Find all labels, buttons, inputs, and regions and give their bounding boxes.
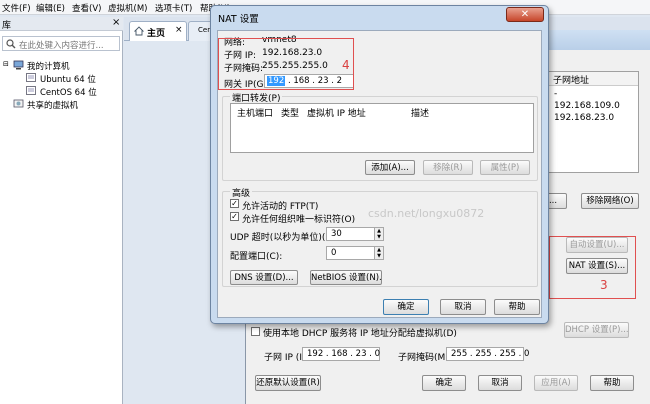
subnet-table: 子网地址 - 192.168.109.0 192.168.23.0 (547, 71, 639, 173)
subnet-row[interactable]: 192.168.23.0 (554, 113, 614, 123)
column-type: 类型 (281, 109, 300, 119)
vm-icon (26, 86, 36, 95)
vne-apply-button[interactable]: 应用(A) (534, 375, 578, 391)
annotation-label-4: 4 (342, 58, 350, 72)
computer-icon (13, 60, 24, 70)
watermark-text: csdn.net/longxu0872 (368, 207, 485, 220)
tree-collapse-icon[interactable]: ⊟ (3, 60, 9, 68)
udp-timeout-input[interactable]: 30 (326, 227, 376, 241)
dialog-title: NAT 设置 (218, 14, 259, 25)
remove-port-button[interactable]: 移除(R) (423, 160, 473, 175)
library-title: 库 (2, 21, 12, 31)
subnet-row[interactable]: 192.168.109.0 (554, 101, 620, 111)
annotation-label-3: 3 (600, 278, 608, 292)
tree-item-shared[interactable]: 共享的虚拟机 (27, 99, 78, 111)
annotation-box-3 (549, 236, 636, 299)
library-header: 库 × (0, 17, 123, 31)
menu-file[interactable]: 文件(F) (2, 2, 31, 14)
search-placeholder: 在此处键入内容进行... (19, 41, 104, 51)
vne-cancel-button[interactable]: 取消 (478, 375, 522, 391)
vne-help-button[interactable]: 帮助 (590, 375, 634, 391)
allow-ftp-label: 允许活动的 FTP(T) (242, 202, 319, 212)
advanced-title: 高级 (230, 186, 253, 199)
config-port-label: 配置端口(C): (230, 252, 283, 262)
tab-close-icon[interactable]: × (175, 25, 183, 35)
rename-network-button[interactable]: 移除网络(O) (581, 193, 639, 209)
search-icon (6, 39, 16, 49)
library-panel: 库 × 在此处键入内容进行... ⊟ 我的计算机 Ubuntu 64 位 Cen… (0, 17, 123, 404)
library-search-input[interactable]: 在此处键入内容进行... (2, 36, 120, 51)
shared-vm-icon (13, 99, 24, 108)
tab-home-label: 主页 (147, 29, 166, 39)
menu-edit[interactable]: 编辑(E) (36, 2, 65, 14)
cancel-button[interactable]: 取消 (440, 299, 486, 315)
dhcp-checkbox[interactable] (251, 327, 260, 336)
add-port-button[interactable]: 添加(A)... (365, 160, 415, 175)
tab-home[interactable]: 主页 × (129, 21, 187, 41)
restore-defaults-button[interactable]: 还原默认设置(R) (255, 375, 321, 391)
column-host-port: 主机端口 (237, 109, 274, 119)
subnet-row[interactable]: - (554, 89, 557, 99)
port-forwarding-table: 主机端口 类型 虚拟机 IP 地址 描述 (230, 103, 534, 153)
library-close-icon[interactable]: × (112, 17, 120, 28)
close-icon[interactable]: ✕ (506, 7, 544, 22)
menu-tabs[interactable]: 选项卡(T) (155, 2, 192, 14)
subnet-mask-label: 子网掩码(M): (398, 353, 452, 363)
dns-settings-button[interactable]: DNS 设置(D)... (230, 270, 298, 285)
tree-item-my-computer[interactable]: 我的计算机 (27, 60, 70, 72)
netbios-settings-button[interactable]: NetBIOS 设置(N)... (310, 270, 382, 285)
column-subnet-address: 子网地址 (553, 76, 590, 86)
subnet-ip-input[interactable]: 192 . 168 . 23 . 0 (302, 347, 380, 361)
home-icon (134, 26, 144, 36)
udp-timeout-label: UDP 超时(以秒为单位)(U): (230, 233, 339, 243)
annotation-box-4 (218, 38, 354, 90)
column-description: 描述 (411, 109, 430, 119)
allow-uid-label: 允许任何组织唯一标识符(O) (242, 215, 356, 225)
udp-timeout-stepper[interactable]: ▲ ▼ (374, 227, 384, 241)
menu-vm[interactable]: 虚拟机(M) (108, 2, 147, 14)
help-button[interactable]: 帮助 (494, 299, 540, 315)
port-properties-button[interactable]: 属性(P) (480, 160, 530, 175)
allow-uid-checkbox[interactable]: ✓ (230, 212, 239, 221)
dhcp-settings-button[interactable]: DHCP 设置(P)... (564, 322, 629, 338)
allow-ftp-checkbox[interactable]: ✓ (230, 199, 239, 208)
column-vm-ip: 虚拟机 IP 地址 (307, 109, 366, 119)
vne-ok-button[interactable]: 确定 (422, 375, 466, 391)
config-port-input[interactable]: 0 (326, 246, 376, 260)
tree-item-ubuntu[interactable]: Ubuntu 64 位 (40, 73, 96, 85)
subnet-table-header: 子网地址 (548, 72, 638, 86)
config-port-stepper[interactable]: ▲ ▼ (374, 246, 384, 260)
vm-icon (26, 73, 36, 82)
ok-button[interactable]: 确定 (383, 299, 429, 315)
dhcp-checkbox-label: 使用本地 DHCP 服务将 IP 地址分配给虚拟机(D) (263, 329, 457, 339)
tree-item-centos[interactable]: CentOS 64 位 (40, 86, 97, 98)
subnet-mask-input[interactable]: 255 . 255 . 255 . 0 (446, 347, 529, 361)
menu-view[interactable]: 查看(V) (72, 2, 101, 14)
